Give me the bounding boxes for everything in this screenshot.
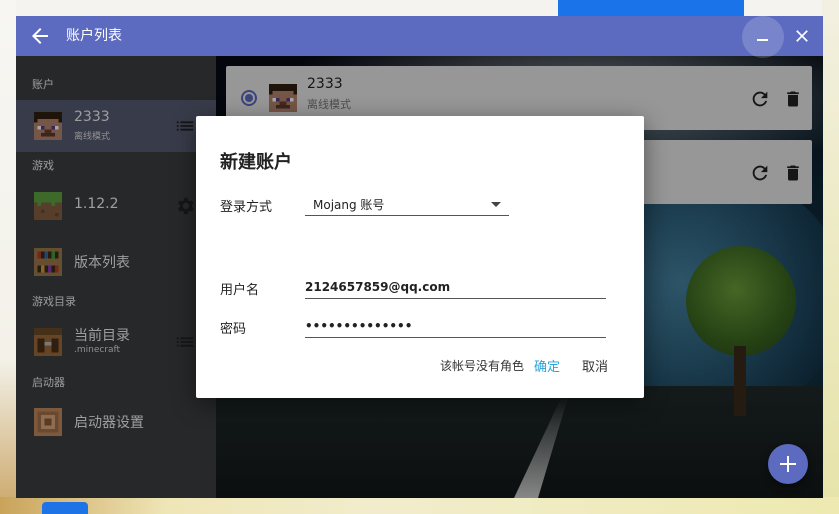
username-field-wrapper [305,277,606,299]
title-bar: 账户列表 [16,16,823,58]
back-arrow-icon[interactable] [28,24,52,48]
confirm-button[interactable]: 确定 [534,356,560,375]
desktop-left-strip [0,0,16,514]
desktop-app-icon[interactable] [42,502,88,514]
dialog-title: 新建账户 [220,152,292,173]
password-field-wrapper [305,316,606,338]
login-method-value: Mojang 账号 [313,198,385,212]
login-method-label: 登录方式 [220,200,273,215]
add-account-button[interactable] [768,444,808,484]
new-account-dialog: 新建账户 登录方式 Mojang 账号 用户名 密码 该帐号没有角色 确定 取消 [196,116,644,398]
password-label: 密码 [220,322,247,337]
window-title: 账户列表 [66,28,122,44]
username-label: 用户名 [220,283,260,298]
minimize-button[interactable] [742,16,784,58]
dropdown-arrow-icon [491,202,501,207]
password-input[interactable] [305,316,606,336]
close-icon[interactable] [792,26,812,46]
login-method-select[interactable]: Mojang 账号 [305,194,509,216]
username-input[interactable] [305,277,606,297]
desktop-right-strip [822,0,839,514]
desktop-bottom-strip [0,497,839,514]
no-profile-hint: 该帐号没有角色 [440,359,525,373]
cancel-button[interactable]: 取消 [582,356,608,375]
